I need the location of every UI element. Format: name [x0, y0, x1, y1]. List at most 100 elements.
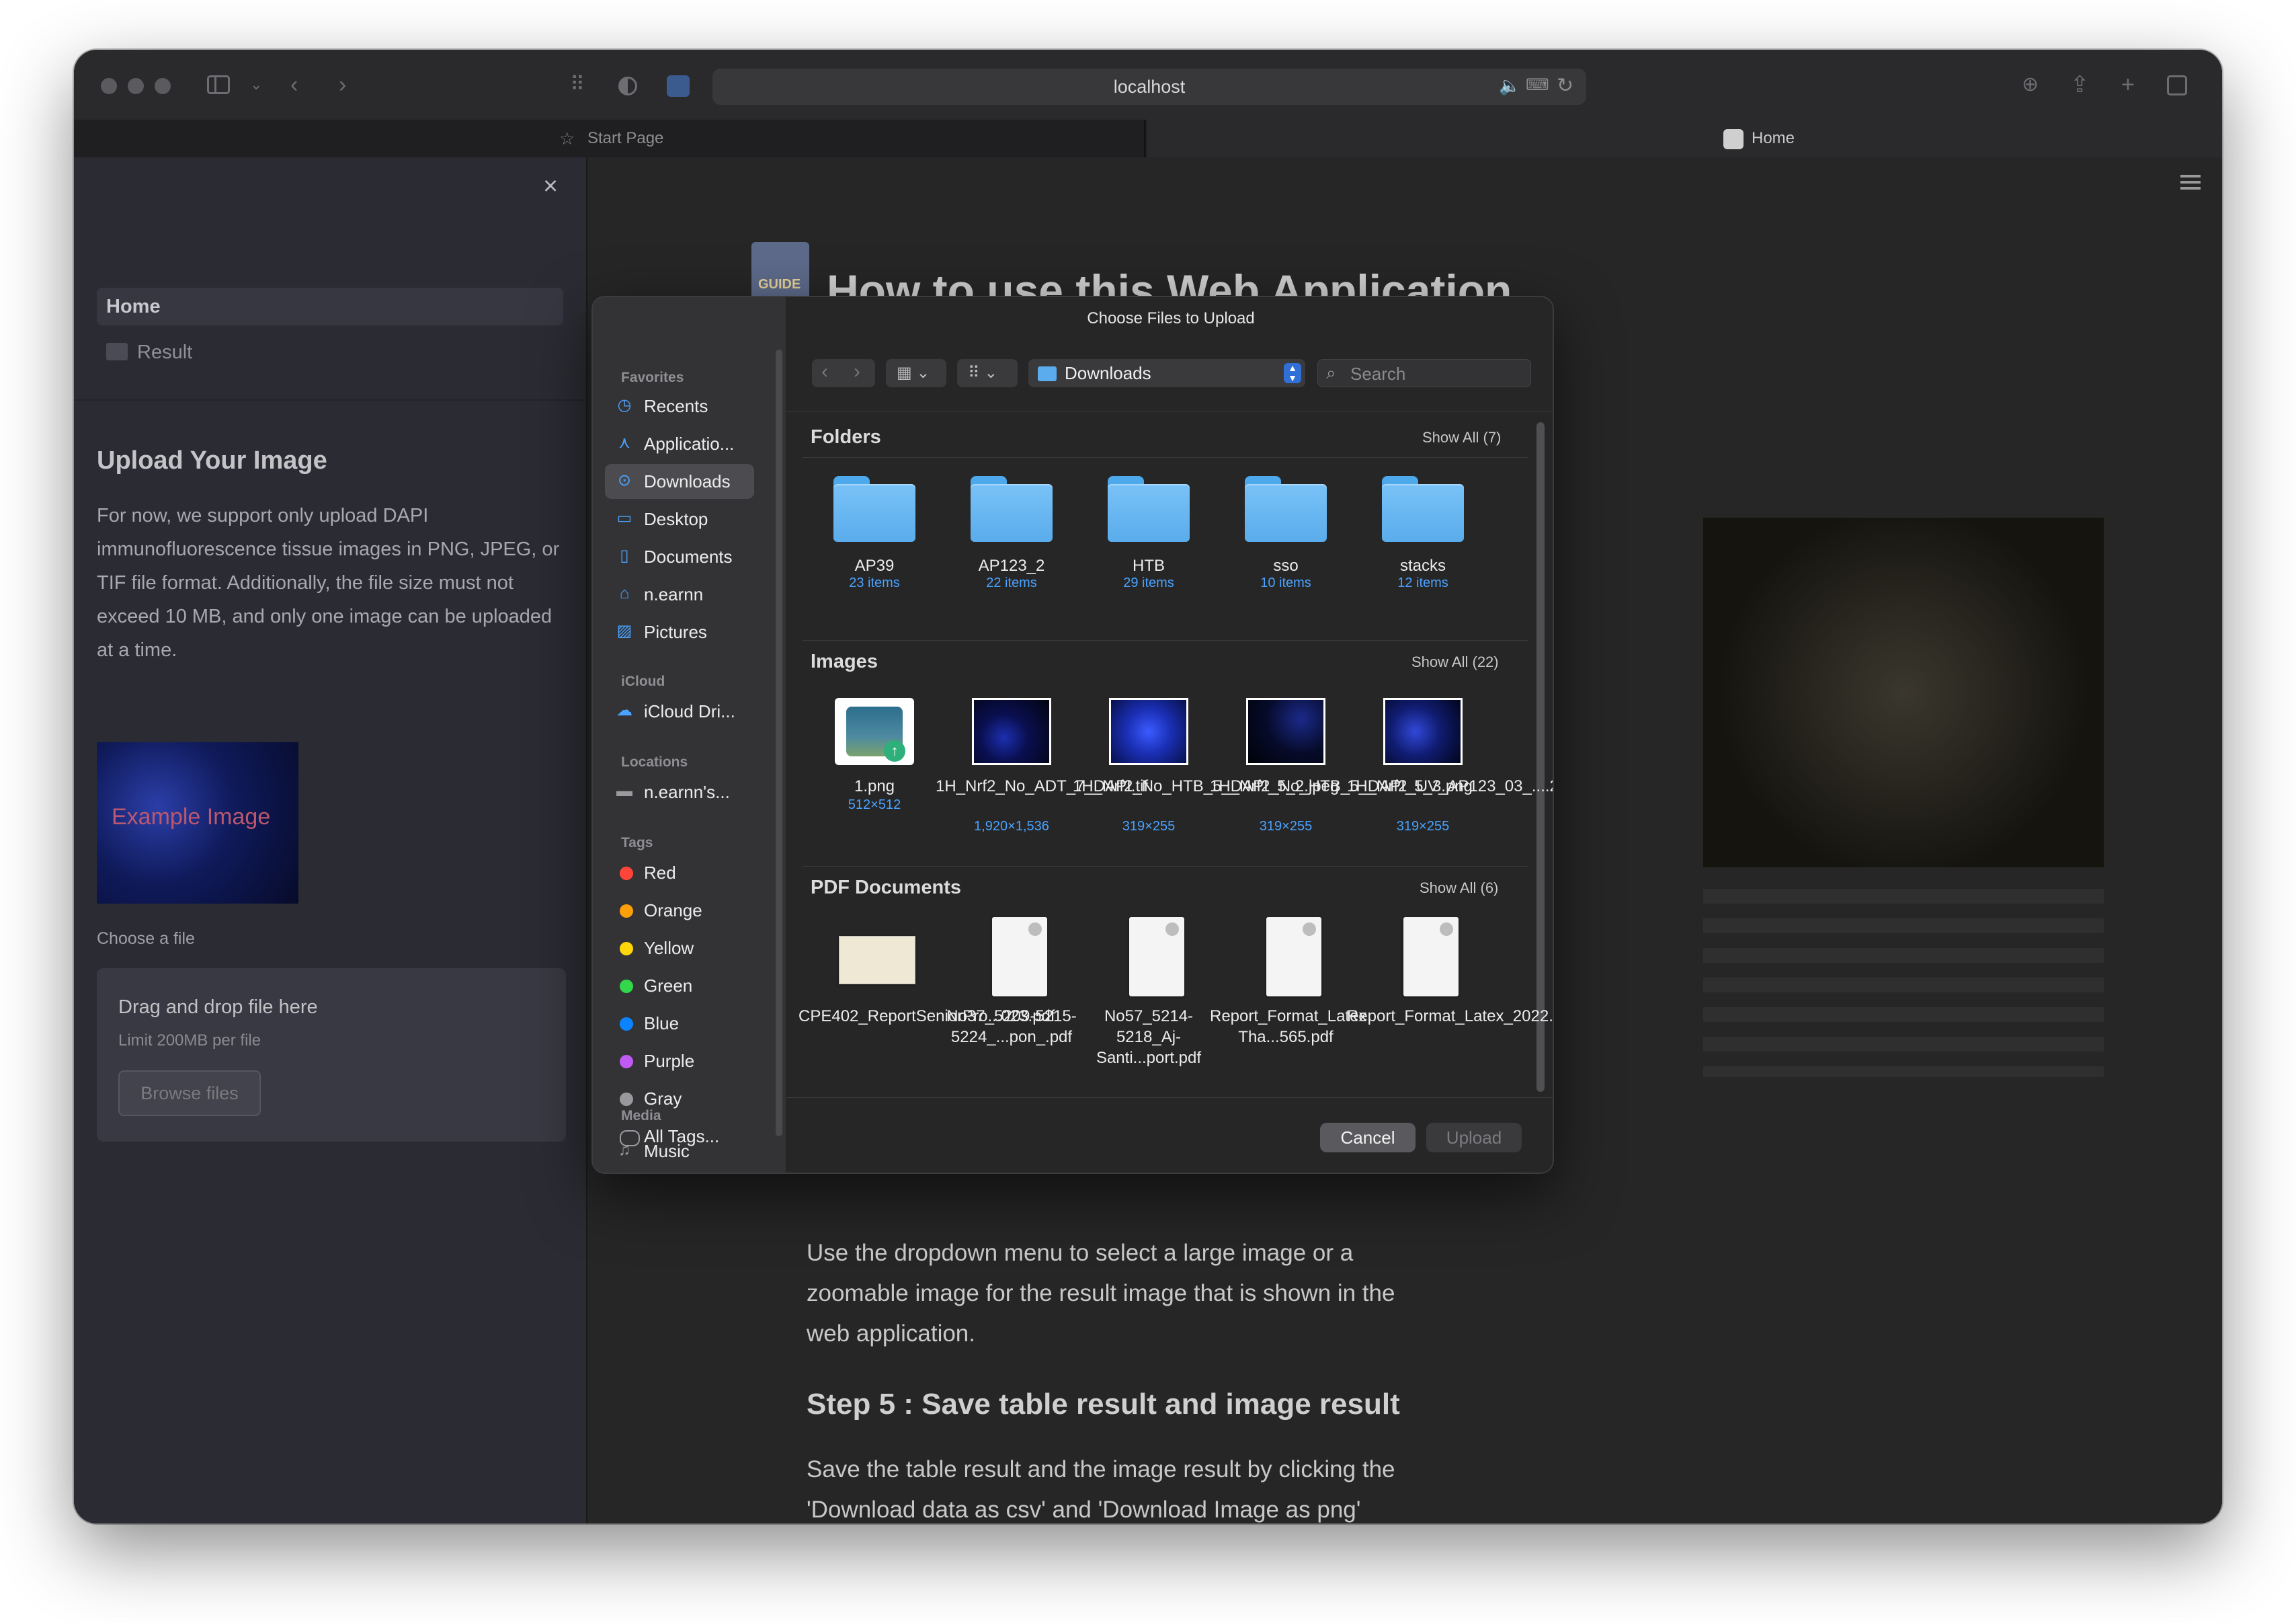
music-icon: ♫	[618, 1141, 630, 1159]
applications-icon: ⋏	[618, 434, 630, 452]
download-icon: ⊙	[617, 471, 632, 489]
audio-playing-icon[interactable]: 🔈	[1499, 75, 1520, 96]
sidebar-item-label: Documents	[644, 547, 733, 567]
folder-item[interactable]: sso 10 items	[1214, 465, 1358, 633]
sidebar-item-pictures[interactable]: ▨ Pictures	[605, 615, 754, 649]
sidebar-item-tag-3[interactable]: Green	[605, 968, 754, 1003]
forward-icon[interactable]: ›	[854, 360, 860, 383]
sidebar-item-tag-2[interactable]: Yellow	[605, 931, 754, 965]
pdf-file-item[interactable]: Report_Format_Latex Tha...565.pdf	[1210, 910, 1366, 1078]
folders-show-all-button[interactable]: Show All (7)	[1422, 429, 1501, 446]
pdf-section-title: PDF Documents	[811, 877, 961, 898]
location-label: Downloads	[1065, 363, 1151, 383]
pdf-file-name: Report_Format_Latex_2022.pdf	[1347, 1007, 1554, 1025]
images-show-all-button[interactable]: Show All (22)	[1411, 654, 1499, 671]
share-icon[interactable]: ⇪	[2070, 71, 2090, 98]
image-file-item[interactable]: 1H_Nrf2_No_ADT_7_DAPI.tif 1,920×1,536	[936, 684, 1148, 853]
folder-name: AP123_2	[978, 557, 1045, 575]
back-icon[interactable]: ‹	[290, 71, 298, 98]
upload-button[interactable]: Upload	[1426, 1123, 1522, 1152]
sidebar-item-music[interactable]: ♫ Music	[605, 1134, 754, 1169]
tag-color-dot	[620, 1055, 633, 1068]
sidebar-item-tag-4[interactable]: Blue	[605, 1006, 754, 1041]
sidebar-scrollbar[interactable]	[776, 350, 782, 1136]
file-dropzone[interactable]: Drag and drop file here Limit 200MB per …	[97, 968, 566, 1142]
folder-item-count: 23 items	[849, 576, 900, 590]
sidebar-item-tag-5[interactable]: Purple	[605, 1043, 754, 1078]
sidebar-item-recents[interactable]: ◷ Recents	[605, 389, 754, 424]
forward-icon[interactable]: ›	[339, 71, 346, 98]
icloud-header: iCloud	[621, 674, 665, 689]
folder-item[interactable]: stacks 12 items	[1351, 465, 1495, 633]
pdf-file-item[interactable]: No57_5214-5218_Aj-Santi...port.pdf	[1077, 910, 1221, 1078]
image-file-item[interactable]: 1H_Nrf2_No_HTB_5_DAPI_5_3.png 319×255	[1210, 684, 1473, 853]
extension-icon[interactable]	[667, 75, 690, 97]
upload-description: For now, we support only upload DAPI imm…	[97, 505, 560, 661]
nav-item-home[interactable]: Home	[97, 288, 563, 325]
sidebar-item-icloud-drive[interactable]: ☁ iCloud Dri...	[605, 694, 754, 729]
folder-item[interactable]: AP39 23 items	[803, 465, 946, 633]
pdf-file-item[interactable]: CPE402_ReportSeniorPro...023.pdf	[798, 910, 1055, 1078]
toolbar-divider	[786, 411, 1553, 412]
sidebar-item-documents[interactable]: ▯ Documents	[605, 539, 754, 574]
tab-home[interactable]: Home	[1147, 120, 2222, 157]
extensions-grid-icon[interactable]: ⠿	[570, 71, 585, 98]
sidebar-item-home[interactable]: ⌂ n.earnn	[605, 577, 754, 612]
minimize-window-button[interactable]	[128, 78, 144, 94]
step5-text: Save the table result and the image resu…	[807, 1456, 1395, 1523]
group-by-button[interactable]: ⠿ ⌄	[957, 359, 1018, 387]
guide-icon-text: GUIDE	[758, 277, 801, 292]
tab-overview-icon[interactable]	[2167, 75, 2187, 95]
new-tab-icon[interactable]: +	[2121, 71, 2135, 98]
result-image-preview	[1703, 518, 2104, 867]
close-sidebar-icon[interactable]: ×	[543, 172, 558, 201]
sidebar-item-tag-1[interactable]: Orange	[605, 893, 754, 928]
sidebar-item-computer[interactable]: ▬ n.earnn's...	[605, 775, 754, 809]
pdf-file-name: CPE402_ReportSeniorPro...023.pdf	[798, 1007, 1055, 1025]
chevron-down-icon[interactable]: ⌄	[250, 71, 262, 98]
sidebar-item-label: Red	[644, 863, 676, 883]
translate-icon[interactable]: ⌨	[1526, 75, 1549, 95]
pdf-file-item[interactable]: Report_Format_Latex_2022.pdf	[1347, 910, 1553, 1078]
reload-icon[interactable]: ↻	[1557, 74, 1573, 97]
sidebar-toggle-icon[interactable]	[207, 75, 230, 94]
tab-start-page[interactable]: ☆ Start Page	[74, 120, 1145, 157]
content-scrollbar[interactable]	[1536, 422, 1545, 1092]
pdf-document-icon	[1403, 917, 1459, 996]
downloads-icon[interactable]: ⊕	[2022, 71, 2039, 98]
nav-item-result[interactable]: Result	[97, 333, 563, 371]
tab-bar: ☆ Start Page Home	[74, 120, 2222, 157]
menu-icon[interactable]	[2180, 175, 2201, 190]
pdf-show-all-button[interactable]: Show All (6)	[1420, 879, 1498, 897]
location-popup[interactable]: Downloads ▲ ▼	[1028, 359, 1305, 387]
folder-body	[1382, 484, 1464, 542]
search-field[interactable]: ⌕ Search	[1317, 359, 1531, 387]
browse-files-button[interactable]: Browse files	[118, 1070, 261, 1116]
image-file-item[interactable]: ↑ 1.png 512×512	[803, 684, 946, 853]
folder-item[interactable]: AP123_2 22 items	[940, 465, 1083, 633]
zoom-window-button[interactable]	[155, 78, 171, 94]
pdf-document-icon	[992, 917, 1047, 996]
folder-name: sso	[1273, 557, 1299, 575]
image-file-item[interactable]: 1H_Nrf2_UV_AP123_03_....2_5.png 319×255	[1347, 684, 1553, 853]
back-icon[interactable]: ‹	[821, 360, 828, 383]
image-file-item[interactable]: 1H_Nrf2_No_HTB_5_DAPI_5_2.jpeg 319×255	[1073, 684, 1339, 853]
sidebar-item-applications[interactable]: ⋏ Applicatio...	[605, 426, 754, 461]
pdf-document-icon	[1266, 917, 1321, 996]
image-file-name: 1H_Nrf2_No_HTB_5_DAPI_5_3.png	[1210, 777, 1473, 795]
address-bar[interactable]: localhost 🔈 ⌨ ↻	[712, 69, 1586, 105]
sidebar-item-desktop[interactable]: ▭ Desktop	[605, 502, 754, 537]
view-mode-button[interactable]: ▦ ⌄	[886, 359, 946, 387]
tab-label: Start Page	[587, 129, 664, 147]
sidebar-item-downloads[interactable]: ⊙ Downloads	[605, 464, 754, 499]
folder-item[interactable]: HTB 29 items	[1077, 465, 1221, 633]
desktop-icon: ▭	[616, 509, 632, 527]
tag-color-dot	[620, 867, 633, 880]
privacy-shield-icon[interactable]	[618, 77, 637, 95]
close-window-button[interactable]	[101, 78, 117, 94]
pdf-file-item[interactable]: No37_5209-5215-5224_...pon_.pdf	[940, 910, 1083, 1078]
cancel-button[interactable]: Cancel	[1320, 1123, 1416, 1152]
sidebar-item-tag-0[interactable]: Red	[605, 855, 754, 890]
folder-icon	[833, 476, 915, 542]
image-dimensions: 512×512	[848, 797, 901, 812]
